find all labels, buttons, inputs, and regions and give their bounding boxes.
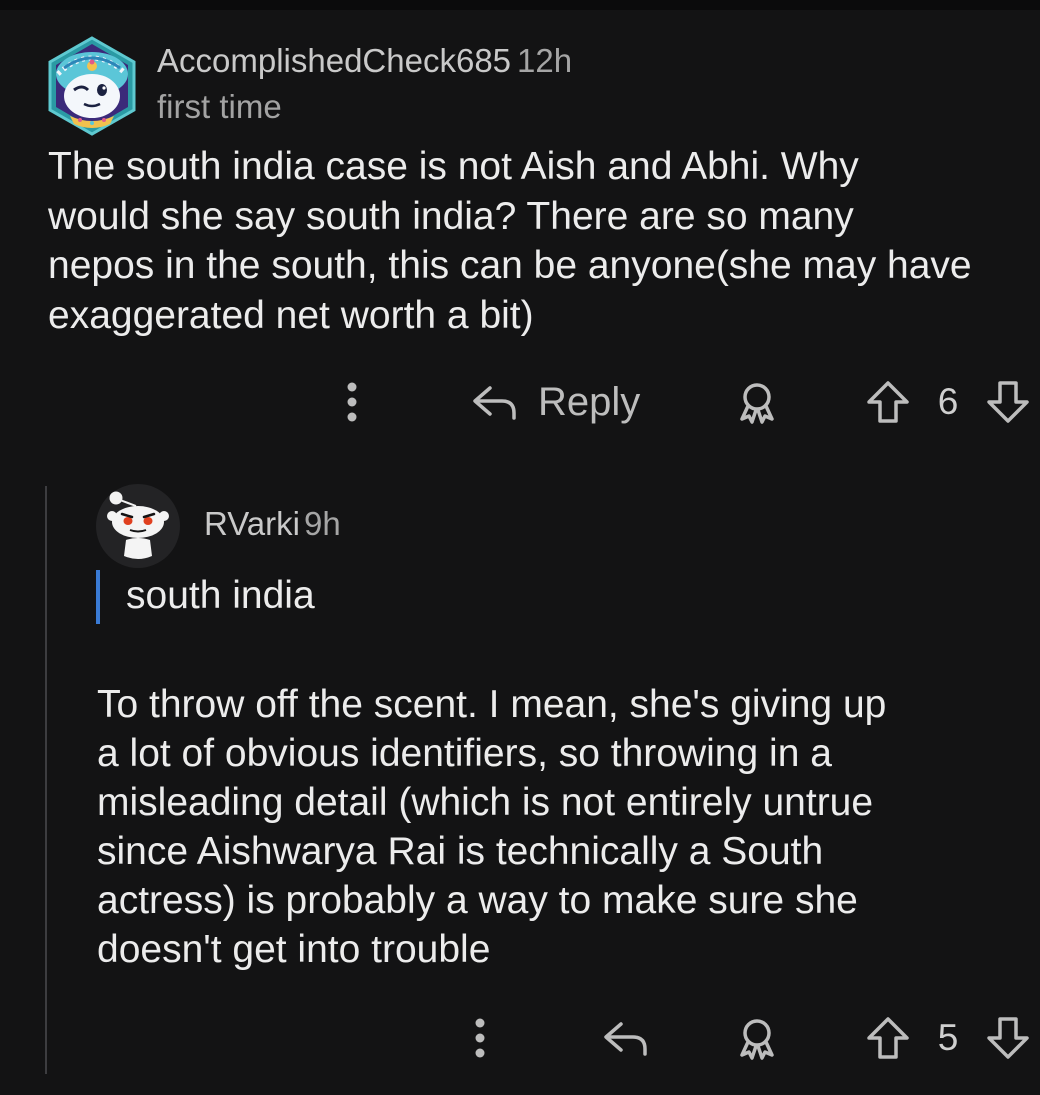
blockquote: south india — [126, 574, 315, 617]
comment-author[interactable]: RVarki 9h — [204, 505, 341, 543]
comment-line: nepos in the south, this can be anyone(s… — [48, 244, 972, 287]
thread-line[interactable] — [45, 486, 47, 1074]
comment-body: To throw off the scent. I mean, she's gi… — [97, 680, 997, 974]
reply-arrow-icon — [473, 386, 516, 420]
snoo-turban-avatar-icon[interactable] — [44, 34, 140, 138]
snoo-default-avatar-icon[interactable] — [96, 484, 180, 568]
more-options-button[interactable] — [460, 1008, 500, 1068]
vote-score: 5 — [930, 1008, 966, 1068]
upvote-arrow-icon — [867, 1017, 909, 1059]
comment-action-bar: 5 — [0, 1008, 1040, 1068]
downvote-arrow-icon — [987, 381, 1029, 423]
award-button[interactable] — [732, 1008, 782, 1068]
comment-author[interactable]: AccomplishedCheck685 12h — [157, 42, 572, 80]
top-edge-strip — [0, 0, 1040, 10]
upvote-button[interactable] — [864, 372, 912, 432]
user-flair: first time — [157, 88, 282, 125]
comment-line: would she say south india? There are so … — [48, 194, 854, 238]
comment-line: exaggerated net worth a bit) — [48, 293, 534, 337]
award-icon — [740, 1019, 774, 1060]
reply-button[interactable] — [600, 1008, 650, 1068]
more-vertical-icon — [347, 382, 357, 422]
timestamp: 9h — [303, 505, 341, 542]
comment-line: misleading detail (which is not entirely… — [97, 781, 874, 824]
upvote-arrow-icon — [867, 381, 909, 423]
vote-count: 6 — [937, 381, 959, 422]
vote-score: 6 — [930, 372, 966, 432]
comment-line: The south india case is not Aish and Abh… — [48, 145, 859, 188]
comment-body: The south india case is not Aish and Abh… — [48, 142, 1038, 340]
more-vertical-icon — [475, 1018, 485, 1058]
award-icon — [740, 383, 774, 424]
reply-arrow-icon — [604, 1022, 647, 1056]
username[interactable]: RVarki — [204, 505, 300, 542]
comment-action-bar: Reply 6 — [0, 372, 1040, 432]
more-options-button[interactable] — [332, 372, 372, 432]
username[interactable]: AccomplishedCheck685 — [157, 42, 511, 79]
downvote-button[interactable] — [984, 1008, 1032, 1068]
reply-label: Reply — [538, 379, 641, 424]
award-button[interactable] — [732, 372, 782, 432]
comment-line: since Aishwarya Rai is technically a Sou… — [97, 830, 824, 873]
comment-line: actress) is probably a way to make sure … — [97, 879, 858, 922]
quote-bar — [96, 570, 100, 624]
upvote-button[interactable] — [864, 1008, 912, 1068]
reply-button[interactable]: Reply — [470, 372, 640, 432]
comment-line: doesn't get into trouble — [97, 928, 491, 971]
comment-line: To throw off the scent. I mean, she's gi… — [97, 683, 887, 726]
comment-line: a lot of obvious identifiers, so throwin… — [97, 732, 832, 775]
timestamp: 12h — [517, 42, 573, 79]
downvote-button[interactable] — [984, 372, 1032, 432]
downvote-arrow-icon — [987, 1017, 1029, 1059]
vote-count: 5 — [937, 1017, 959, 1058]
